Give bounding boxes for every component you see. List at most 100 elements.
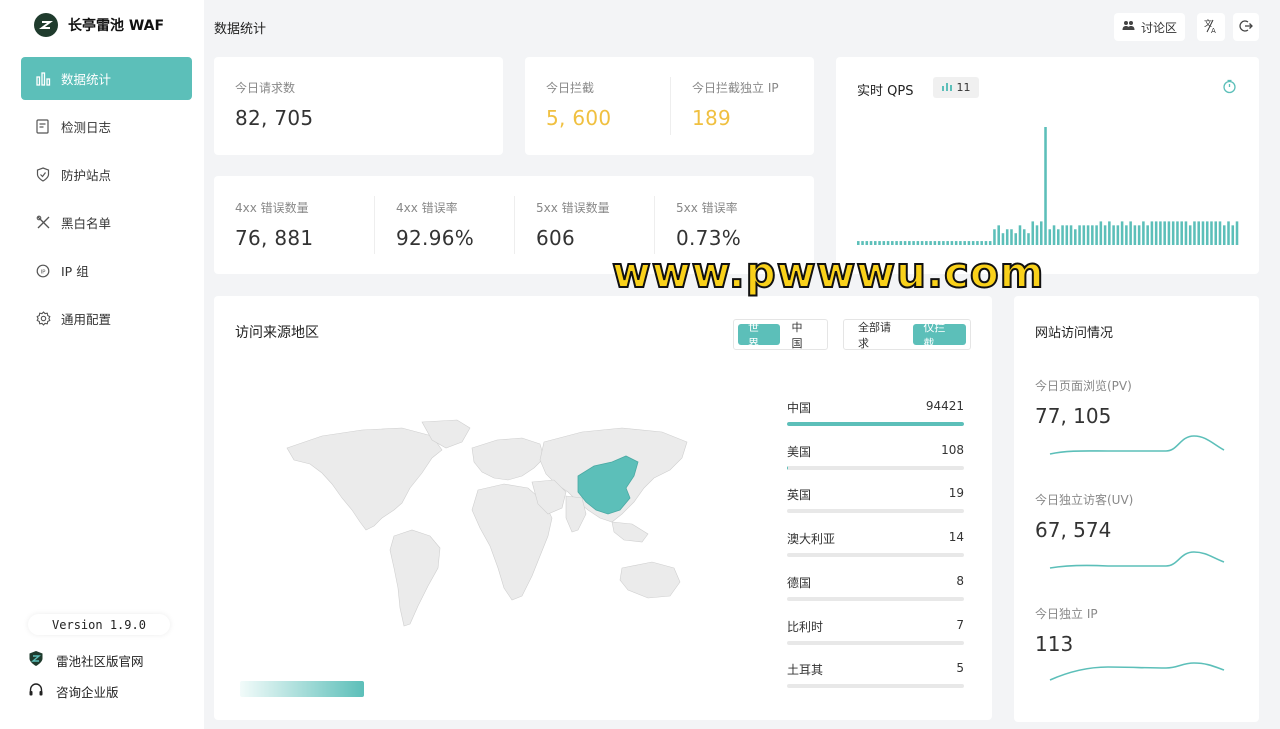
qps-bar: [1082, 225, 1086, 245]
sidebar-item-stats[interactable]: 数据统计: [21, 57, 192, 100]
people-icon: [1122, 20, 1135, 35]
timer-icon[interactable]: [1222, 79, 1237, 98]
qps-bar: [895, 241, 898, 245]
qps-bar: [993, 229, 996, 245]
qps-bar: [1112, 225, 1115, 245]
today-blocked-card: 今日拦截 5, 600 今日拦截独立 IP 189: [525, 57, 814, 155]
version-badge: Version 1.9.0: [28, 614, 170, 635]
logout-button[interactable]: [1233, 13, 1259, 41]
qps-bar: [1120, 221, 1124, 245]
ranking-bar-track: [787, 422, 964, 426]
today-blocked-label: 今日拦截: [546, 81, 595, 95]
svg-text:A: A: [1211, 27, 1216, 34]
qps-bar: [1108, 221, 1111, 245]
qps-bar: [916, 241, 920, 245]
qps-bar: [1163, 221, 1166, 245]
brand-name: 长亭雷池 WAF: [68, 18, 165, 34]
today-requests-label: 今日请求数: [235, 81, 296, 95]
qps-bar-chart: [857, 127, 1239, 245]
err5xx-rate-label: 5xx 错误率: [676, 201, 738, 215]
world-map[interactable]: [282, 418, 694, 632]
sidebar-item-label: 防护站点: [61, 168, 112, 183]
sidebar-item-label: 通用配置: [61, 312, 112, 327]
filter-all-button[interactable]: 全部请求: [848, 321, 911, 350]
sidebar-item-config[interactable]: 通用配置: [21, 297, 192, 340]
qps-bar: [1095, 225, 1098, 245]
today-blocked-ip-label: 今日拦截独立 IP: [692, 81, 779, 95]
qps-bar: [878, 241, 881, 245]
geo-title: 访问来源地区: [235, 325, 319, 341]
sidebar-item-label: 检测日志: [61, 120, 112, 135]
ip-value: 113: [1035, 632, 1074, 656]
language-button[interactable]: 文A: [1197, 13, 1225, 41]
qps-bar: [1150, 221, 1154, 245]
qps-bar: [874, 241, 877, 245]
qps-bar: [1044, 127, 1047, 245]
ranking-row[interactable]: 英国 19: [787, 486, 964, 530]
ranking-bar-track: [787, 553, 964, 558]
sidebar-item-blackwhite[interactable]: 黑白名单: [21, 201, 192, 244]
gear-icon: [35, 311, 51, 327]
sidebar-item-label: 数据统计: [61, 72, 112, 87]
qps-bar: [1129, 221, 1132, 245]
ip-sparkline: [1049, 662, 1225, 681]
pv-sparkline: [1049, 435, 1225, 455]
qps-bar: [1099, 221, 1103, 245]
brand[interactable]: 长亭雷池 WAF: [34, 13, 164, 37]
ip-label: 今日独立 IP: [1035, 607, 1098, 621]
ranking-bar-track: [787, 684, 964, 689]
community-link[interactable]: 雷池社区版官网: [28, 650, 144, 670]
map-north-america: [286, 427, 443, 531]
qps-bar: [954, 241, 958, 245]
qps-bar: [1133, 225, 1137, 245]
svg-text:IP: IP: [41, 269, 47, 275]
ranking-count: 8: [956, 573, 964, 588]
shield-icon: [35, 167, 51, 183]
mini-bar-icon: [941, 81, 952, 94]
ranking-row[interactable]: 中国 94421: [787, 399, 964, 443]
qps-bar: [976, 241, 979, 245]
qps-bar: [1069, 225, 1073, 245]
qps-bar: [908, 241, 911, 245]
qps-bar: [1231, 225, 1235, 245]
watermark: www.pwwwu.com: [611, 247, 1045, 298]
qps-bar: [1218, 221, 1222, 245]
sidebar-nav: 数据统计 检测日志 防护站点 黑白名单 IP IP 组 通用配置: [21, 57, 192, 345]
ranking-row[interactable]: 美国 108: [787, 443, 964, 487]
qps-bar: [1193, 221, 1196, 245]
discuss-button[interactable]: 讨论区: [1114, 13, 1185, 41]
uv-sparkline: [1049, 551, 1225, 569]
ranking-row[interactable]: 澳大利亚 14: [787, 530, 964, 574]
qps-bar: [882, 241, 886, 245]
ranking-country: 中国: [787, 401, 812, 415]
scope-china-button[interactable]: 中国: [782, 321, 824, 350]
today-requests-card: 今日请求数 82, 705: [214, 57, 503, 155]
sidebar-item-sites[interactable]: 防护站点: [21, 153, 192, 196]
qps-bar: [1142, 221, 1145, 245]
ranking-bar-fill: [787, 422, 964, 426]
ranking-country: 澳大利亚: [787, 532, 836, 547]
qps-bar: [1116, 225, 1120, 245]
ranking-row[interactable]: 比利时 7: [787, 618, 964, 662]
community-link-label: 雷池社区版官网: [56, 653, 144, 669]
divider: [514, 196, 515, 254]
qps-bar: [1159, 221, 1162, 245]
enterprise-link[interactable]: 咨询企业版: [28, 682, 119, 701]
qps-bar: [963, 241, 966, 245]
qps-bar: [903, 241, 907, 245]
scope-world-button[interactable]: 世界: [738, 321, 780, 350]
qps-badge-value: 11: [956, 81, 971, 94]
qps-bar: [1235, 221, 1239, 245]
ranking-row[interactable]: 土耳其 5: [787, 661, 964, 705]
qps-bar: [959, 241, 962, 245]
map-india: [565, 495, 587, 533]
filter-blocked-button[interactable]: 仅拦截: [913, 321, 966, 350]
qps-bar: [1065, 225, 1069, 245]
sidebar-item-logs[interactable]: 检测日志: [21, 105, 192, 148]
qps-bar: [861, 241, 864, 245]
sidebar-item-ipgroup[interactable]: IP IP 组: [21, 249, 192, 292]
uv-label: 今日独立访客(UV): [1035, 493, 1134, 507]
qps-bar: [1222, 225, 1226, 245]
ranking-country: 德国: [787, 575, 812, 590]
ranking-row[interactable]: 德国 8: [787, 574, 964, 618]
